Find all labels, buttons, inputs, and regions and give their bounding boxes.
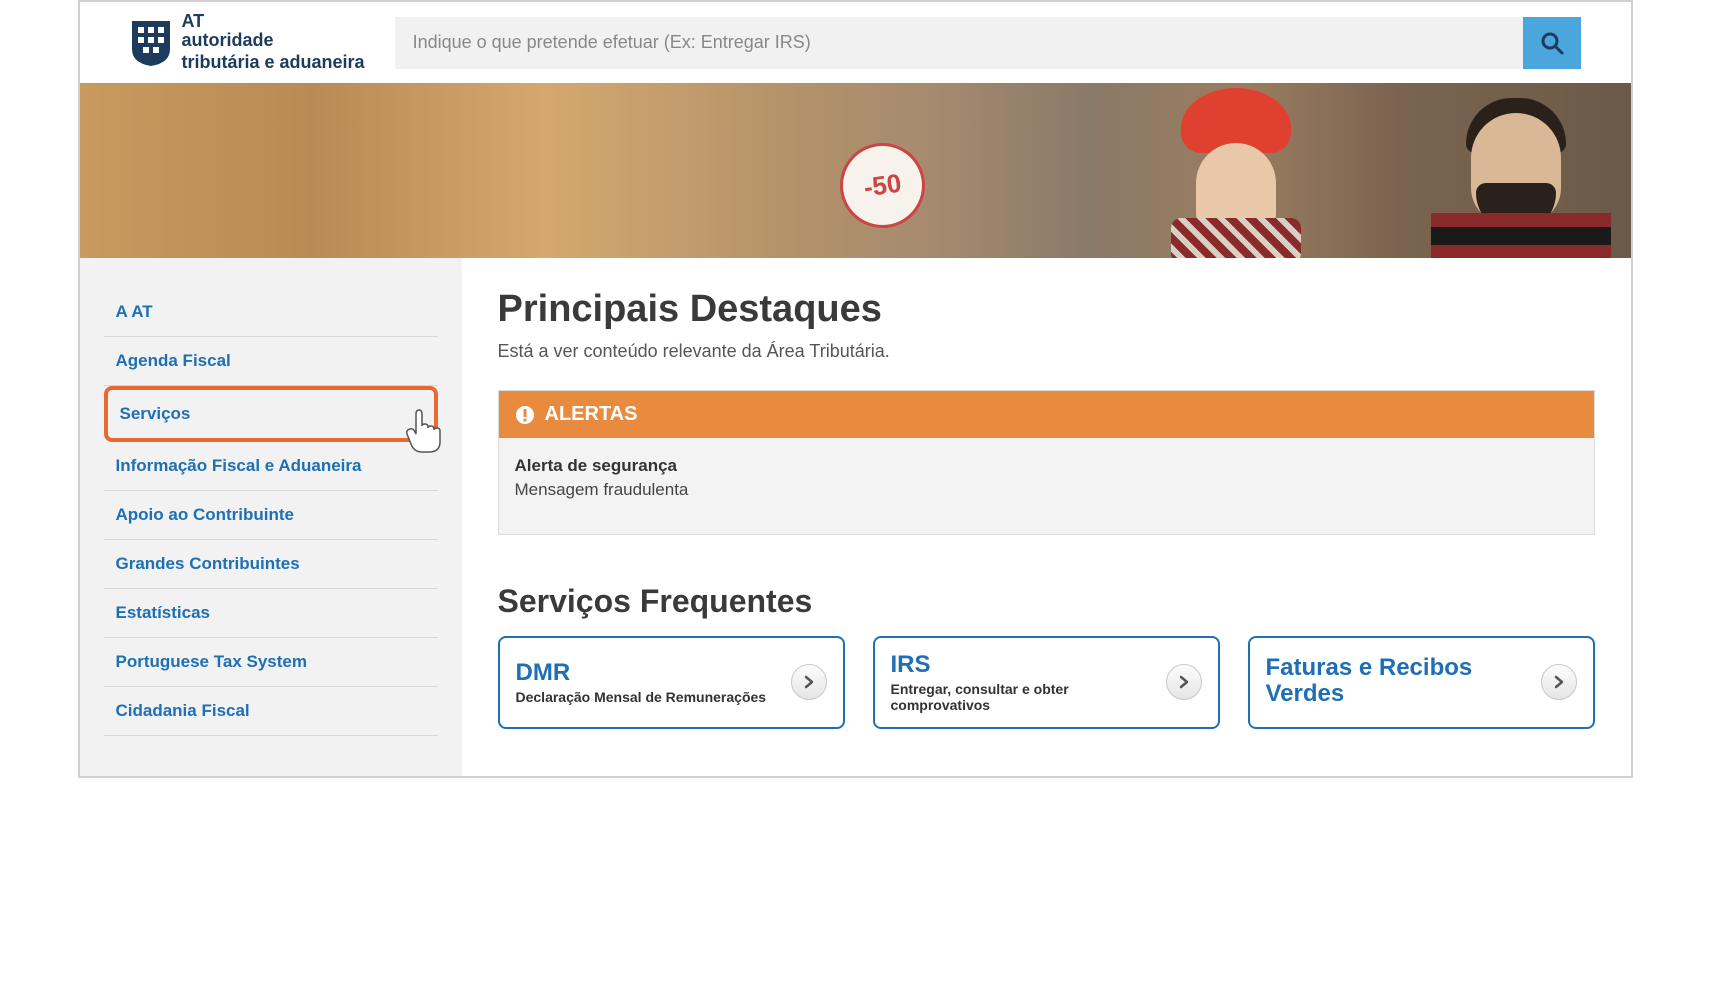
sidebar-item-apoio-contribuinte[interactable]: Apoio ao Contribuinte: [104, 491, 438, 540]
service-card-dmr[interactable]: DMR Declaração Mensal de Remunerações: [498, 636, 845, 728]
sidebar: A AT Agenda Fiscal Serviços Informação F…: [80, 258, 462, 776]
search-icon: [1539, 30, 1565, 56]
alert-message: Mensagem fraudulenta: [515, 480, 1578, 500]
sidebar-item-label: Agenda Fiscal: [116, 351, 231, 370]
sidebar-item-label: Informação Fiscal e Aduaneira: [116, 456, 362, 475]
banner-decor: [1431, 213, 1611, 258]
search-button[interactable]: [1523, 17, 1581, 69]
main-content: Principais Destaques Está a ver conteúdo…: [462, 258, 1631, 776]
logo-line3: tributária e aduaneira: [182, 52, 365, 74]
chevron-right-icon: [1541, 664, 1577, 700]
services-heading: Serviços Frequentes: [498, 583, 1595, 620]
sidebar-item-agenda-fiscal[interactable]: Agenda Fiscal: [104, 337, 438, 386]
sidebar-item-cidadania-fiscal[interactable]: Cidadania Fiscal: [104, 687, 438, 736]
sidebar-item-label: Grandes Contribuintes: [116, 554, 300, 573]
logo-text: AT autoridade tributária e aduaneira: [182, 12, 365, 73]
sidebar-item-label: Cidadania Fiscal: [116, 701, 250, 720]
sidebar-item-servicos[interactable]: Serviços: [104, 386, 438, 442]
sidebar-item-grandes-contribuintes[interactable]: Grandes Contribuintes: [104, 540, 438, 589]
card-desc: Entregar, consultar e obter comprovativo…: [891, 681, 1154, 713]
sidebar-item-estatisticas[interactable]: Estatísticas: [104, 589, 438, 638]
sidebar-item-a-at[interactable]: A AT: [104, 288, 438, 337]
sidebar-item-label: Portuguese Tax System: [116, 652, 307, 671]
page-subtitle: Está a ver conteúdo relevante da Área Tr…: [498, 341, 1595, 362]
service-card-faturas-recibos-verdes[interactable]: Faturas e Recibos Verdes: [1248, 636, 1595, 728]
card-title: Faturas e Recibos Verdes: [1266, 655, 1529, 708]
sale-tag: -50: [834, 138, 930, 234]
alerts-panel: ALERTAS Alerta de segurança Mensagem fra…: [498, 390, 1595, 535]
alerts-header: ALERTAS: [499, 391, 1594, 438]
sidebar-item-label: Serviços: [120, 404, 191, 423]
card-title: IRS: [891, 652, 1154, 678]
card-desc: Declaração Mensal de Remunerações: [516, 689, 779, 705]
alert-title: Alerta de segurança: [515, 456, 1578, 476]
sidebar-item-label: Estatísticas: [116, 603, 211, 622]
sidebar-item-label: A AT: [116, 302, 153, 321]
logo-line1: AT: [182, 12, 365, 30]
service-cards: DMR Declaração Mensal de Remunerações IR…: [498, 636, 1595, 728]
logo-shield-icon: [130, 19, 172, 67]
alerts-header-label: ALERTAS: [545, 403, 638, 426]
logo[interactable]: AT autoridade tributária e aduaneira: [130, 12, 365, 73]
search-input[interactable]: [395, 17, 1523, 69]
service-card-irs[interactable]: IRS Entregar, consultar e obter comprova…: [873, 636, 1220, 728]
sidebar-item-portuguese-tax-system[interactable]: Portuguese Tax System: [104, 638, 438, 687]
alert-icon: [515, 405, 535, 425]
hero-banner: -50: [80, 83, 1631, 258]
chevron-right-icon: [791, 664, 827, 700]
header: AT autoridade tributária e aduaneira: [80, 2, 1631, 83]
alert-item[interactable]: Alerta de segurança Mensagem fraudulenta: [499, 438, 1594, 534]
page-title: Principais Destaques: [498, 288, 1595, 331]
banner-decor: [1171, 218, 1301, 258]
sidebar-item-label: Apoio ao Contribuinte: [116, 505, 294, 524]
logo-line2: autoridade: [182, 30, 365, 52]
sidebar-item-informacao-fiscal[interactable]: Informação Fiscal e Aduaneira: [104, 442, 438, 491]
search-bar: [395, 17, 1581, 69]
card-title: DMR: [516, 660, 779, 686]
chevron-right-icon: [1166, 664, 1202, 700]
